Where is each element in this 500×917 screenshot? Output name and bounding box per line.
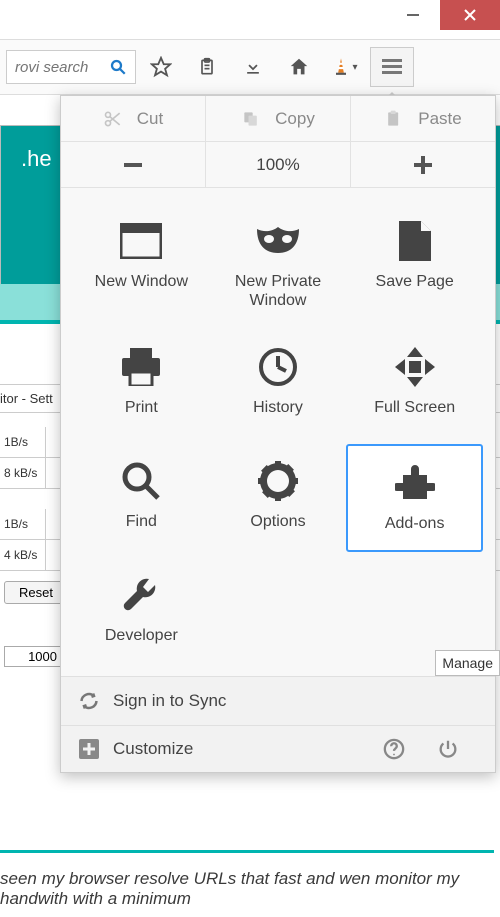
developer-button[interactable]: Developer xyxy=(73,558,210,666)
new-window-button[interactable]: New Window xyxy=(73,204,210,324)
search-box[interactable] xyxy=(6,50,136,84)
minimize-button[interactable] xyxy=(385,0,440,30)
window-titlebar xyxy=(0,0,500,40)
sync-icon xyxy=(79,691,99,711)
label: Options xyxy=(250,512,305,531)
stat-cell: 4 kB/s xyxy=(0,540,46,570)
close-button[interactable] xyxy=(440,0,500,30)
wrench-icon xyxy=(121,572,161,618)
zoom-row: 100% xyxy=(61,142,495,188)
label: Print xyxy=(125,398,158,417)
puzzle-icon xyxy=(395,460,435,506)
window-icon xyxy=(120,218,162,264)
label: Find xyxy=(126,512,157,531)
zoom-in-button[interactable] xyxy=(351,142,495,187)
hamburger-menu-button[interactable] xyxy=(370,47,414,87)
stat-cell: 8 kB/s xyxy=(0,458,46,488)
page-icon xyxy=(399,218,431,264)
sign-in-label: Sign in to Sync xyxy=(113,691,226,711)
magnifier-icon xyxy=(121,458,161,504)
testimonial-text: seen my browser resolve URLs that fast a… xyxy=(0,850,494,909)
plus-box-icon xyxy=(79,739,99,759)
scissors-icon xyxy=(103,109,123,129)
zoom-out-button[interactable] xyxy=(61,142,206,187)
cut-label: Cut xyxy=(137,109,163,129)
bookmark-star-icon[interactable] xyxy=(140,47,182,87)
content-area: .he itor - Sett 1B/s 8 kB/s 1B/s 4 kB/s … xyxy=(0,95,500,917)
vlc-cone-icon[interactable]: ▾ xyxy=(324,47,366,87)
label: History xyxy=(253,398,303,417)
label: Save Page xyxy=(376,272,454,291)
paste-button[interactable]: Paste xyxy=(351,96,495,141)
addons-tooltip: Manage xyxy=(435,650,500,676)
menu-footer: Customize xyxy=(61,725,495,772)
label: Full Screen xyxy=(374,398,455,417)
search-icon[interactable] xyxy=(109,58,127,76)
copy-icon xyxy=(241,109,261,129)
clock-icon xyxy=(258,344,298,390)
menu-grid: New Window New Private Window Save Page … xyxy=(61,188,495,676)
edit-row: Cut Copy Paste xyxy=(61,96,495,142)
gear-icon xyxy=(258,458,298,504)
download-icon[interactable] xyxy=(232,47,274,87)
power-quit-button[interactable] xyxy=(437,738,477,760)
fullscreen-icon xyxy=(395,344,435,390)
stat-cell: 1B/s xyxy=(0,427,46,457)
copy-label: Copy xyxy=(275,109,315,129)
page-title: .he xyxy=(21,146,52,171)
search-input[interactable] xyxy=(15,59,109,76)
sign-in-sync-button[interactable]: Sign in to Sync xyxy=(61,676,495,725)
paste-icon xyxy=(384,109,404,129)
clipboard-icon[interactable] xyxy=(186,47,228,87)
addons-button[interactable]: Add-ons xyxy=(346,444,483,552)
options-button[interactable]: Options xyxy=(210,444,347,552)
new-private-window-button[interactable]: New Private Window xyxy=(210,204,347,324)
find-button[interactable]: Find xyxy=(73,444,210,552)
label: Add-ons xyxy=(385,514,445,533)
home-icon[interactable] xyxy=(278,47,320,87)
label: New Private Window xyxy=(214,272,343,310)
browser-toolbar: ▾ xyxy=(0,40,500,95)
printer-icon xyxy=(120,344,162,390)
history-button[interactable]: History xyxy=(210,330,347,438)
print-button[interactable]: Print xyxy=(73,330,210,438)
paste-label: Paste xyxy=(418,109,461,129)
copy-button[interactable]: Copy xyxy=(206,96,351,141)
zoom-level: 100% xyxy=(206,142,351,187)
label: Developer xyxy=(105,626,178,645)
help-button[interactable] xyxy=(383,738,423,760)
value-input[interactable]: 1000 xyxy=(4,646,64,667)
mask-icon xyxy=(255,218,301,264)
save-page-button[interactable]: Save Page xyxy=(346,204,483,324)
stat-cell: 1B/s xyxy=(0,509,46,539)
main-menu-panel: Cut Copy Paste 100% New Window New xyxy=(60,95,496,773)
reset-button[interactable]: Reset xyxy=(4,581,68,604)
fullscreen-button[interactable]: Full Screen xyxy=(346,330,483,438)
dropdown-caret-icon: ▾ xyxy=(352,62,357,73)
customize-button[interactable]: Customize xyxy=(113,739,193,759)
label: New Window xyxy=(95,272,188,291)
cut-button[interactable]: Cut xyxy=(61,96,206,141)
